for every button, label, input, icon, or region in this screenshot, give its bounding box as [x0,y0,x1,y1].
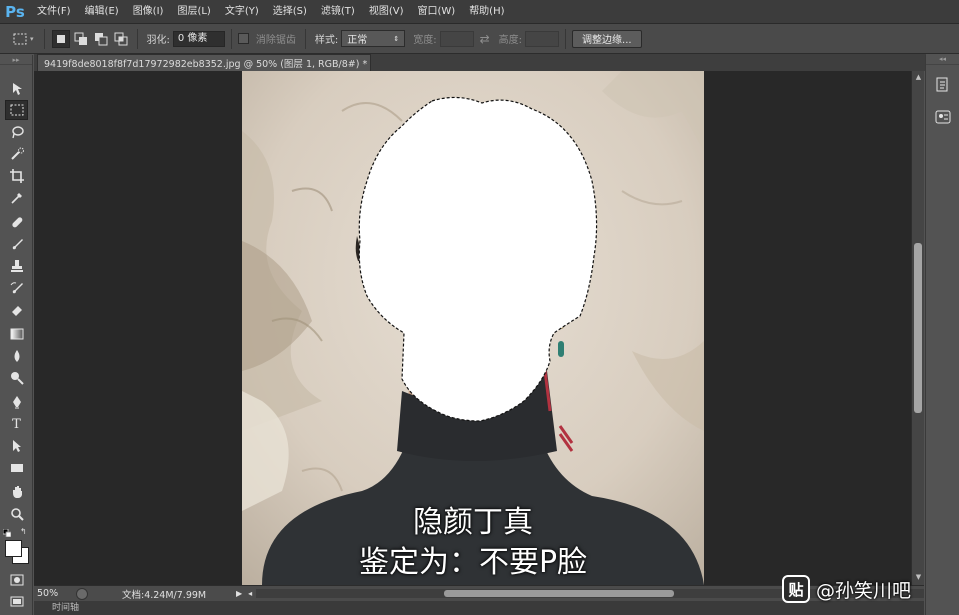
subtract-from-selection-button[interactable] [92,30,110,48]
height-label: 高度: [498,35,523,46]
feather-input[interactable]: 0 像素 [172,30,225,47]
vertical-scrollbar[interactable]: ▲ ▼ [911,71,924,585]
document-tab[interactable]: 9419f8de8018f8f7d17972982eb8352.jpg @ 50… [37,54,371,71]
screen-mode-icon[interactable] [5,592,28,612]
image-caption-line-2: 鉴定为：不要P脸 [358,545,588,580]
width-label: 宽度: [413,35,437,46]
style-select[interactable]: 正常 ⇕ [341,30,406,47]
gradient-tool-icon[interactable] [5,324,28,344]
tools-panel: ▸▸ T ↰ [0,55,33,615]
subtract-selection-icon [94,32,108,45]
vertical-scroll-thumb[interactable] [914,243,922,413]
menu-help[interactable]: 帮助(H) [462,0,511,24]
document-tab-title: 9419f8de8018f8f7d17972982eb8352.jpg @ 50… [44,59,368,70]
add-to-selection-button[interactable] [72,30,90,48]
move-tool-icon[interactable] [5,79,28,99]
intersect-selection-button[interactable] [112,30,130,48]
dock-collapse-grip[interactable]: ◂◂ [926,55,959,65]
blur-tool-icon[interactable] [5,346,28,366]
menu-type[interactable]: 文字(Y) [218,0,266,24]
photoshop-logo: Ps [5,2,25,21]
eraser-tool-icon[interactable] [5,300,28,320]
menu-window[interactable]: 窗口(W) [410,0,462,24]
pen-tool-icon[interactable] [5,392,28,412]
select-arrows-icon: ⇕ [393,34,400,43]
menu-select[interactable]: 选择(S) [266,0,314,24]
zoom-tool-icon[interactable] [5,504,28,524]
document-size-info: 文档:4.24M/7.99M [122,589,207,601]
hand-tool-icon[interactable] [5,482,28,502]
horizontal-scroll-thumb[interactable] [444,590,674,597]
quick-mask-icon[interactable] [5,570,28,590]
status-info-icon[interactable] [76,587,88,600]
history-panel-icon[interactable] [933,75,953,95]
options-bar: ▾ 羽化: 0 像素 消除锯齿 样式: 正常 ⇕ 宽度: ⇄ 高度: 调整边缘.… [0,24,959,54]
eyedropper-tool-icon[interactable] [5,188,28,208]
separator [304,28,306,49]
status-menu-arrow-icon[interactable]: ▶ [236,589,242,598]
path-selection-tool-icon[interactable] [5,436,28,456]
lasso-tool-icon[interactable] [5,122,28,142]
separator [43,28,45,49]
swap-dimensions-icon[interactable]: ⇄ [474,32,496,46]
history-brush-tool-icon[interactable] [5,278,28,298]
antialias-checkbox[interactable] [237,33,249,44]
menu-filter[interactable]: 滤镜(T) [314,0,362,24]
toolbar-collapse-grip[interactable]: ▸▸ [0,55,32,65]
preset-dropdown-arrow-icon[interactable]: ▾ [30,35,34,43]
scroll-left-icon[interactable]: ◂ [248,589,252,598]
separator [565,28,567,49]
separator [230,28,232,49]
rectangle-tool-icon[interactable] [5,458,28,478]
canvas-area[interactable]: 隐颜丁真 鉴定为：不要P脸 [34,71,911,585]
intersect-selection-icon [114,32,128,45]
menu-view[interactable]: 视图(V) [362,0,411,24]
brush-tool-icon[interactable] [5,234,28,254]
style-select-value: 正常 [347,35,368,46]
crop-tool-icon[interactable] [5,166,28,186]
dodge-tool-icon[interactable] [5,368,28,388]
height-input[interactable] [525,30,560,47]
foreground-color-swatch[interactable] [5,540,22,557]
clone-stamp-tool-icon[interactable] [5,256,28,276]
feather-label: 羽化: [146,35,170,46]
scroll-up-icon[interactable]: ▲ [914,73,923,81]
spot-healing-tool-icon[interactable] [5,212,28,232]
right-panel-dock: ◂◂ [925,55,959,615]
menu-edit[interactable]: 编辑(E) [78,0,126,24]
image-caption-line-1: 隐颜丁真 [413,505,533,540]
quick-selection-tool-icon[interactable] [5,144,28,164]
separator [136,28,138,49]
new-selection-icon [56,34,65,43]
width-input[interactable] [439,30,474,47]
tieba-watermark: 贴 @孙笑川吧 [782,574,911,604]
type-tool-icon[interactable]: T [5,414,28,434]
watermark-text: @孙笑川吧 [816,579,912,602]
menu-layer[interactable]: 图层(L) [170,0,217,24]
antialias-label: 消除锯齿 [255,35,296,46]
refine-edge-button[interactable]: 调整边缘... [572,29,642,48]
scroll-down-icon[interactable]: ▼ [914,573,923,581]
zoom-level-field[interactable]: 50% [34,588,70,599]
menu-bar: Ps 文件(F) 编辑(E) 图像(I) 图层(L) 文字(Y) 选择(S) 滤… [0,0,959,24]
swap-colors-icon[interactable]: ↰ [20,527,27,536]
menu-file[interactable]: 文件(F) [30,0,78,24]
style-label: 样式: [314,35,339,46]
marquee-tool-icon[interactable] [5,100,28,120]
new-selection-button[interactable] [51,29,70,48]
tool-preset-picker[interactable] [11,30,29,48]
marquee-preset-icon [13,33,27,44]
menu-image[interactable]: 图像(I) [126,0,171,24]
tieba-logo: 贴 [782,575,810,603]
properties-panel-icon[interactable] [933,107,953,127]
default-colors-icon[interactable] [2,527,12,538]
document-image[interactable]: 隐颜丁真 鉴定为：不要P脸 [242,71,704,585]
add-selection-icon [74,32,87,45]
